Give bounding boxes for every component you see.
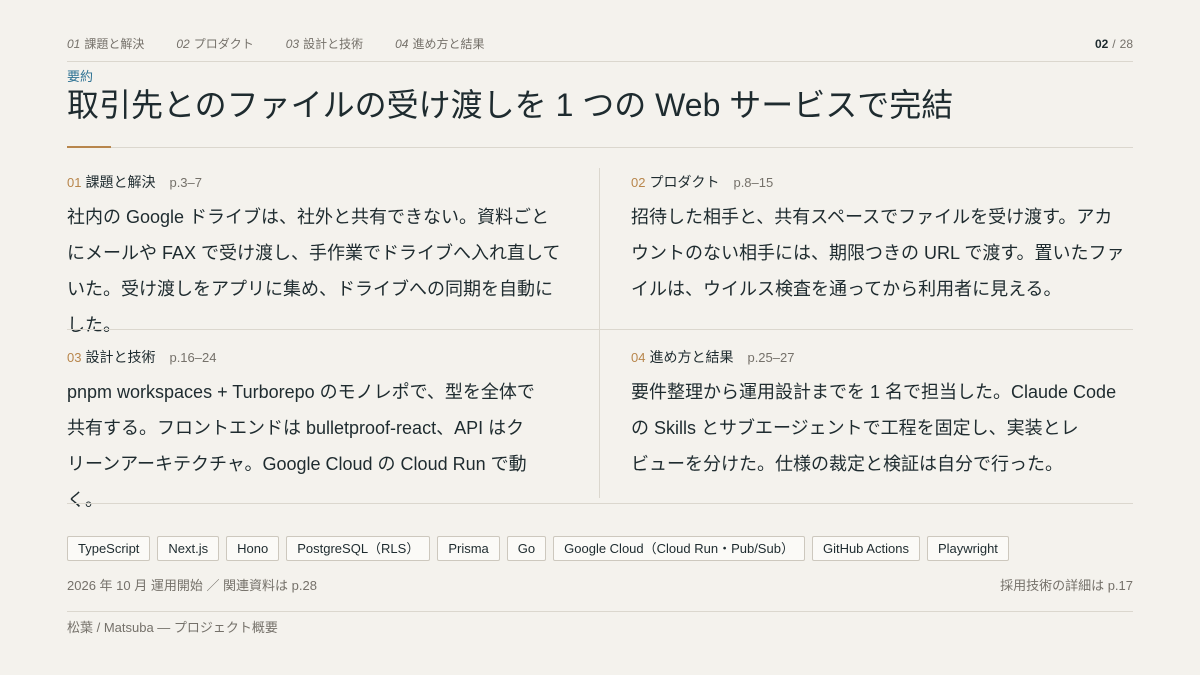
nav-item-label: 課題と解決 (84, 37, 145, 51)
body-line: ウントのない相手には、期限つきの URL で渡す。置いたファ (631, 243, 1125, 263)
body-line: リーンアーキテクチャ。Google Cloud の Cloud Run で動 (67, 454, 527, 474)
section-body: 社内の Google ドライブは、社外と共有できない。資料ごと にメールや FA… (67, 199, 577, 343)
header-divider (67, 61, 1133, 62)
section-problem-solution: 01 課題と解決 p.3–7 社内の Google ドライブは、社外と共有できな… (67, 172, 577, 343)
body-line: した。 (67, 315, 121, 335)
body-line: 共有する。フロントエンドは bulletproof-react、API はク (67, 418, 525, 438)
section-heading: 01 課題と解決 p.3–7 (67, 172, 577, 192)
section-title: 課題と解決 (85, 174, 156, 190)
section-title: 設計と技術 (85, 349, 156, 365)
body-line: イルは、ウイルス検査を通ってから利用者に見える。 (631, 279, 1062, 299)
nav-item-design-tech[interactable]: 03 設計と技術 (286, 36, 363, 52)
section-number: 02 (631, 175, 646, 190)
section-page-range: p.16–24 (169, 350, 217, 365)
footer-divider (67, 611, 1133, 612)
tech-tag: Next.js (157, 536, 220, 561)
section-heading: 02 プロダクト p.8–15 (631, 172, 1141, 192)
section-number: 03 (67, 350, 82, 365)
section-nav: 01 課題と解決 02 プロダクト 03 設計と技術 04 進め方と結果 (67, 36, 485, 52)
nav-item-number: 02 (176, 37, 190, 51)
section-design-tech: 03 設計と技術 p.16–24 pnpm workspaces + Turbo… (67, 347, 577, 518)
section-page-range: p.3–7 (169, 175, 203, 190)
grid-vertical-divider (599, 168, 600, 498)
body-line: 要件整理から運用設計までを 1 名で担当した。Claude Code (631, 382, 1117, 402)
section-number: 01 (67, 175, 82, 190)
nav-item-label: 設計と技術 (303, 37, 364, 51)
tech-tag-list: TypeScript Next.js Hono PostgreSQL（RLS） … (67, 536, 1009, 561)
title-accent-bar (67, 146, 111, 148)
nav-item-label: プロダクト (193, 37, 254, 51)
nav-item-label: 進め方と結果 (412, 37, 485, 51)
body-line: にメールや FAX で受け渡し、手作業でドライブへ入れ直して (67, 243, 561, 263)
deck-credit: 松葉 / Matsuba — プロジェクト概要 (67, 620, 278, 635)
tech-tag: GitHub Actions (811, 536, 920, 561)
tech-tag: TypeScript (67, 536, 151, 561)
nav-item-product[interactable]: 02 プロダクト (176, 36, 253, 52)
grid-horizontal-divider (67, 329, 1133, 330)
section-page-range: p.25–27 (747, 350, 795, 365)
section-body: pnpm workspaces + Turborepo のモノレポで、型を全体で… (67, 374, 577, 518)
page-title: 取引先とのファイルの受け渡しを 1 つの Web サービスで完結 (67, 87, 954, 123)
body-line: の Skills とサブエージェントで工程を固定し、実装とレ (631, 418, 1079, 438)
section-heading: 04 進め方と結果 p.25–27 (631, 347, 1141, 367)
footer-note-left: 2026 年 10 月 運用開始 ／ 関連資料は p.28 (67, 578, 317, 593)
page-current: 02 (1094, 37, 1109, 51)
body-line: く。 (67, 490, 103, 510)
section-title: 進め方と結果 (649, 349, 734, 365)
body-line: 社内の Google ドライブは、社外と共有できない。資料ごと (67, 207, 550, 227)
section-heading: 03 設計と技術 p.16–24 (67, 347, 577, 367)
section-body: 招待した相手と、共有スペースでファイルを受け渡す。アカ ウントのない相手には、期… (631, 199, 1141, 307)
body-line: 招待した相手と、共有スペースでファイルを受け渡す。アカ (631, 207, 1113, 227)
section-body: 要件整理から運用設計までを 1 名で担当した。Claude Code の Ski… (631, 374, 1141, 482)
tech-tag: Google Cloud（Cloud Run・Pub/Sub） (553, 536, 805, 561)
body-line: ビューを分けた。仕様の裁定と検証は自分で行った。 (631, 454, 1063, 474)
tech-tag: Playwright (926, 536, 1009, 561)
nav-item-process-results[interactable]: 04 進め方と結果 (395, 36, 484, 52)
page-separator: / (1112, 37, 1116, 51)
nav-item-problem-solution[interactable]: 01 課題と解決 (67, 36, 144, 52)
eyebrow-label: 要約 (67, 69, 94, 84)
page-total: 28 (1119, 37, 1133, 51)
section-number: 04 (631, 350, 646, 365)
body-line: いた。受け渡しをアプリに集め、ドライブへの同期を自動に (67, 279, 553, 299)
footer-note-right: 採用技術の詳細は p.17 (1000, 578, 1133, 593)
nav-item-number: 03 (285, 37, 300, 51)
section-product: 02 プロダクト p.8–15 招待した相手と、共有スペースでファイルを受け渡す… (631, 172, 1141, 307)
section-page-range: p.8–15 (733, 175, 774, 190)
nav-item-number: 04 (395, 37, 409, 51)
tech-tag: PostgreSQL（RLS） (286, 536, 431, 561)
tech-tag: Hono (226, 536, 280, 561)
body-line: pnpm workspaces + Turborepo のモノレポで、型を全体で (67, 382, 535, 402)
section-process-results: 04 進め方と結果 p.25–27 要件整理から運用設計までを 1 名で担当した… (631, 347, 1141, 482)
tech-tag: Prisma (437, 536, 500, 561)
title-divider (67, 147, 1133, 148)
nav-item-number: 01 (67, 37, 81, 51)
grid-bottom-divider (67, 503, 1133, 504)
page-counter: 02 / 28 (1095, 36, 1133, 52)
tech-tag: Go (506, 536, 547, 561)
section-title: プロダクト (649, 174, 720, 190)
